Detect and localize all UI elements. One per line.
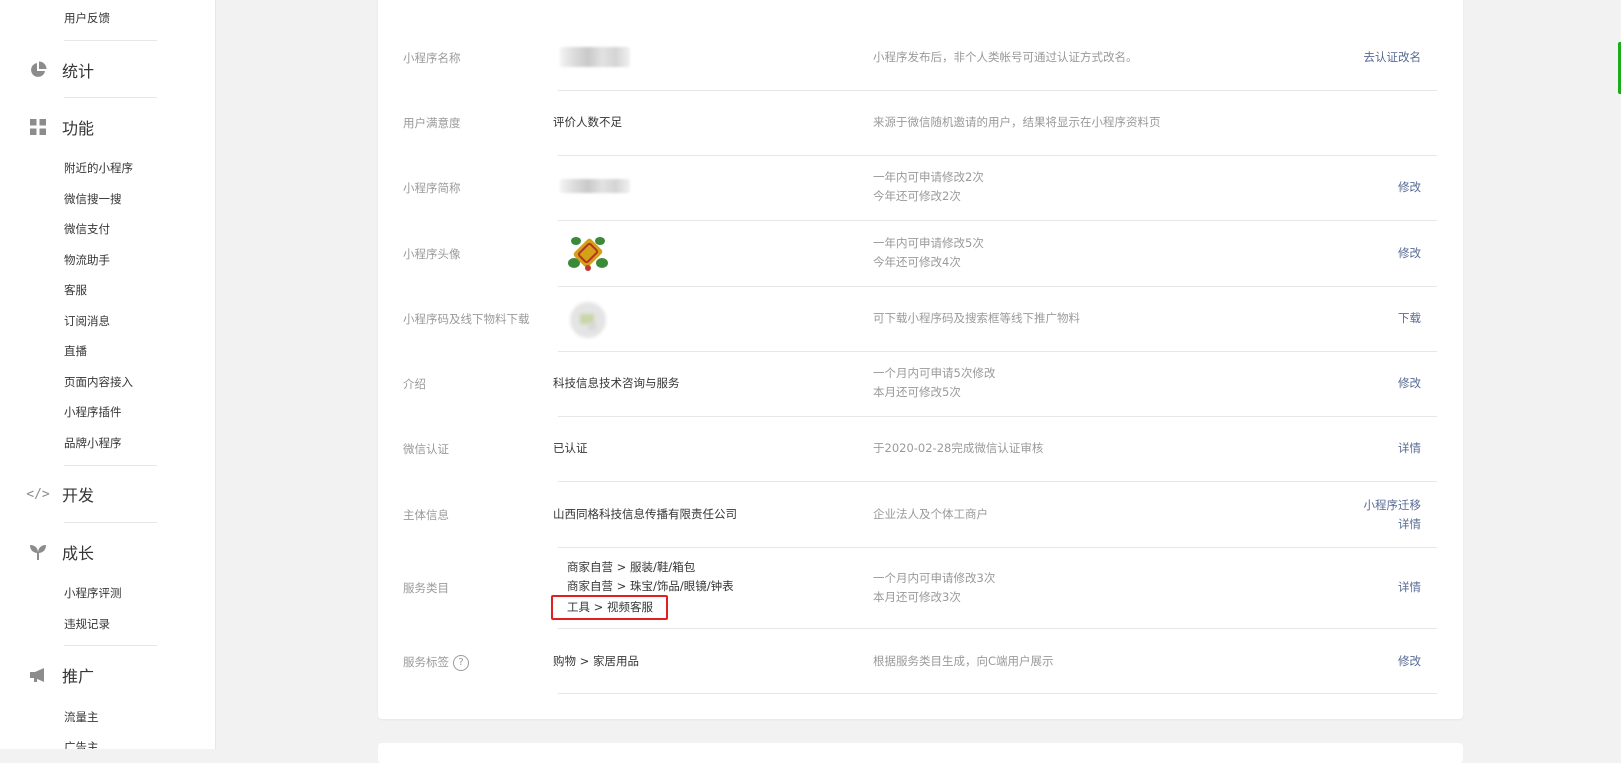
sidebar-item-evaluation[interactable]: 小程序评测 [64, 585, 122, 601]
next-card [378, 743, 1463, 763]
row-divider [558, 628, 1437, 629]
sidebar-section-label: 推广 [62, 667, 95, 686]
row-label: 小程序简称 [403, 181, 461, 195]
edit-link[interactable]: 修改 [1398, 178, 1421, 197]
row-desc: 于2020-02-28完成微信认证审核 [873, 441, 1044, 455]
migrate-link[interactable]: 小程序迁移 [1364, 496, 1422, 515]
sidebar-item-logistics[interactable]: 物流助手 [64, 252, 110, 268]
sidebar-item-feedback[interactable]: 用户反馈 [64, 10, 110, 26]
row-divider [558, 693, 1437, 694]
row-desc: 一年内可申请修改2次 [873, 170, 984, 184]
row-value: 评价人数不足 [553, 115, 622, 129]
details-link[interactable]: 详情 [1398, 578, 1421, 597]
sidebar-item-violations[interactable]: 违规记录 [64, 616, 110, 632]
row-label: 介绍 [403, 377, 426, 391]
row-desc: 一个月内可申请5次修改 [873, 366, 996, 380]
row-label: 微信认证 [403, 442, 449, 456]
edit-link[interactable]: 修改 [1398, 374, 1421, 393]
category-item: 商家自营 > 珠宝/饰品/眼镜/钟表 [567, 579, 734, 593]
edit-link[interactable]: 修改 [1398, 244, 1421, 263]
row-label: 服务类目 [403, 581, 449, 595]
sidebar-item-advertiser[interactable]: 广告主 [64, 739, 99, 749]
qr-code-thumbnail [566, 300, 610, 340]
row-desc-2: 今年还可修改4次 [873, 255, 961, 269]
row-label: 小程序码及线下物料下载 [403, 312, 530, 326]
sidebar-divider [64, 40, 157, 41]
sidebar-divider [64, 645, 157, 646]
grid-icon [28, 117, 48, 137]
sidebar: 用户反馈 统计 功能 附近的小程序 微信搜一搜 微信支付 物流助手 客服 订阅消… [0, 0, 216, 749]
sidebar-item-traffic-owner[interactable]: 流量主 [64, 709, 99, 725]
highlight-box [551, 595, 668, 620]
row-desc: 企业法人及个体工商户 [873, 507, 988, 521]
row-label: 小程序名称 [403, 51, 461, 65]
details-link[interactable]: 详情 [1398, 515, 1421, 534]
pie-chart-icon [28, 60, 48, 80]
basic-settings-card [378, 0, 1463, 719]
row-desc: 可下载小程序码及搜索框等线下推广物料 [873, 311, 1080, 325]
details-link[interactable]: 详情 [1398, 439, 1421, 458]
row-value: 山西同格科技信息传播有限责任公司 [553, 507, 737, 521]
code-icon: </> [26, 486, 50, 502]
row-divider [558, 220, 1437, 221]
row-divider [558, 416, 1437, 417]
sidebar-item-plugins[interactable]: 小程序插件 [64, 404, 122, 420]
row-desc: 根据服务类目生成，向C端用户展示 [873, 654, 1054, 668]
blurred-name [560, 47, 630, 67]
sidebar-divider [64, 522, 157, 523]
row-value: 科技信息技术咨询与服务 [553, 376, 680, 390]
sidebar-section-features[interactable]: 功能 [28, 115, 94, 139]
sidebar-section-stats[interactable]: 统计 [28, 58, 94, 82]
sidebar-item-subscribe-msg[interactable]: 订阅消息 [64, 313, 110, 329]
sidebar-item-brand[interactable]: 品牌小程序 [64, 435, 122, 451]
row-label-text: 服务标签 [403, 655, 449, 669]
row-divider [558, 351, 1437, 352]
row-label: 用户满意度 [403, 116, 461, 130]
row-desc: 一个月内可申请修改3次 [873, 571, 996, 585]
help-icon[interactable]: ? [453, 654, 469, 671]
sidebar-divider [64, 465, 157, 466]
edit-link[interactable]: 修改 [1398, 652, 1421, 671]
row-divider [558, 286, 1437, 287]
row-value: 购物 > 家居用品 [553, 654, 639, 668]
row-desc: 小程序发布后，非个人类帐号可通过认证方式改名。 [873, 50, 1138, 64]
avatar [566, 233, 610, 273]
row-label: 主体信息 [403, 508, 449, 522]
row-label: 服务标签? [403, 654, 469, 671]
row-desc: 一年内可申请修改5次 [873, 236, 984, 250]
sidebar-item-pay[interactable]: 微信支付 [64, 221, 110, 237]
megaphone-icon [28, 665, 48, 685]
row-divider [558, 155, 1437, 156]
category-item: 商家自营 > 服装/鞋/箱包 [567, 560, 696, 574]
row-desc-2: 本月还可修改3次 [873, 590, 961, 604]
row-divider [558, 90, 1437, 91]
sidebar-section-label: 开发 [62, 486, 95, 505]
blurred-short-name [560, 179, 630, 193]
row-desc-2: 本月还可修改5次 [873, 385, 961, 399]
sidebar-section-label: 统计 [62, 62, 95, 81]
row-value: 已认证 [553, 441, 588, 455]
sidebar-section-label: 功能 [62, 119, 95, 138]
row-divider [558, 481, 1437, 482]
sidebar-item-search[interactable]: 微信搜一搜 [64, 191, 122, 207]
sidebar-item-live[interactable]: 直播 [64, 343, 87, 359]
sprout-icon [28, 542, 48, 562]
sidebar-item-nearby[interactable]: 附近的小程序 [64, 160, 133, 176]
download-link[interactable]: 下载 [1398, 309, 1421, 328]
sidebar-divider [64, 97, 157, 98]
row-label: 小程序头像 [403, 247, 461, 261]
sidebar-section-label: 成长 [62, 544, 95, 563]
sidebar-item-page-content[interactable]: 页面内容接入 [64, 374, 133, 390]
sidebar-section-growth[interactable]: 成长 [28, 540, 94, 564]
rename-verify-link[interactable]: 去认证改名 [1364, 48, 1422, 67]
sidebar-item-customer-service[interactable]: 客服 [64, 282, 87, 298]
row-divider [558, 547, 1437, 548]
row-desc: 来源于微信随机邀请的用户，结果将显示在小程序资料页 [873, 115, 1161, 129]
row-desc-2: 今年还可修改2次 [873, 189, 961, 203]
sidebar-section-develop[interactable]: </> 开发 [26, 482, 95, 506]
sidebar-section-promotion[interactable]: 推广 [28, 663, 94, 687]
